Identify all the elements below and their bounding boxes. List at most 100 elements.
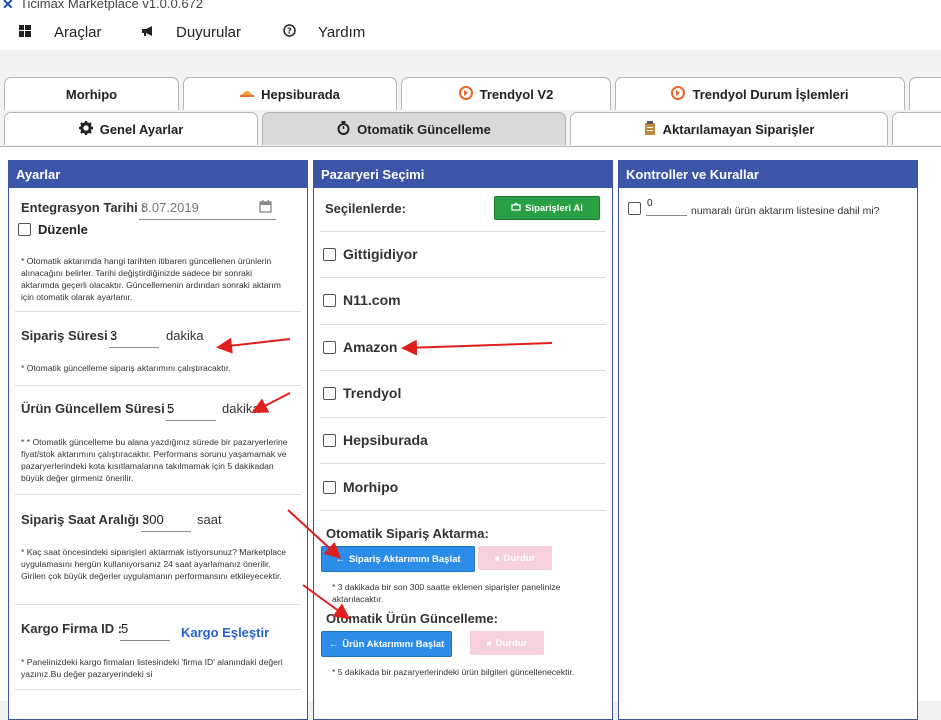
marketplace-label: Hepsiburada [343, 432, 428, 448]
get-orders-button-label: Siparişleri Al [525, 202, 583, 214]
stop-button-label: Durdur [503, 552, 536, 564]
tab-overflow[interactable] [892, 112, 941, 145]
marketplace-label: Amazon [343, 339, 398, 355]
auto-product-title: Otomatik Ürün Güncelleme: [326, 611, 498, 626]
calendar-icon[interactable] [259, 200, 272, 218]
stop-order-transfer-button[interactable]: ■ Durdur [478, 546, 552, 570]
menu-item-yardim[interactable]: ? Yardım [282, 22, 365, 42]
tab-trendyol-durum[interactable]: Trendyol Durum İşlemleri [615, 77, 905, 110]
settings-panel: Ayarlar Entegrasyon Tarihi : 8.07.2019 D… [8, 160, 308, 720]
tab-label: Hepsiburada [261, 86, 340, 102]
tab-label: Aktarılamayan Siparişler [662, 121, 815, 137]
auto-order-title: Otomatik Sipariş Aktarma: [326, 526, 489, 541]
edit-label: Düzenle [38, 222, 88, 237]
tab-otomatik-guncelleme[interactable]: Otomatik Güncelleme [262, 112, 566, 145]
input-underline [109, 347, 159, 348]
marketplace-label: Morhipo [343, 479, 399, 495]
stop-product-transfer-button[interactable]: ■ Durdur [470, 631, 544, 655]
divider [320, 231, 606, 232]
input-underline [166, 420, 216, 421]
window-title: Ticimax Marketplace v1.0.0.672 [20, 0, 204, 11]
integration-date-label: Entegrasyon Tarihi : [21, 200, 146, 215]
product-update-input[interactable]: 5 [167, 401, 174, 416]
divider [320, 417, 606, 418]
checkbox-gittigidiyor[interactable] [323, 248, 336, 261]
product-update-unit: dakika [222, 401, 260, 416]
marketplace-label: Gittigidiyor [343, 246, 418, 262]
menu-item-araclar[interactable]: Araçlar [18, 22, 102, 42]
divider [15, 385, 301, 386]
tab-hepsiburada[interactable]: Hepsiburada [183, 77, 397, 110]
tab-trendyol-v2[interactable]: Trendyol V2 [401, 77, 611, 110]
stop-icon: ■ [486, 638, 492, 648]
input-underline [646, 215, 687, 216]
input-underline [120, 640, 170, 641]
tab-label: Morhipo [65, 86, 118, 102]
rule-text: numaralı ürün aktarım listesine dahil mi… [691, 205, 880, 217]
product-transfer-note: * 5 dakikada bir pazaryerlerindeki ürün … [332, 667, 575, 677]
rule-checkbox[interactable] [628, 202, 641, 215]
order-hour-input[interactable]: 300 [142, 512, 164, 527]
cart-icon [511, 202, 521, 214]
tab-morhipo[interactable]: Morhipo [4, 77, 179, 110]
integration-date-note: * Otomatik aktarımda hangi tarihten itib… [21, 256, 281, 302]
checkbox-hepsiburada[interactable] [323, 434, 336, 447]
gear-icon [78, 120, 93, 138]
divider [320, 463, 606, 464]
product-update-label: Ürün Güncellem Süresi : [21, 401, 173, 416]
help-icon: ? [282, 24, 296, 40]
order-period-input[interactable]: 3 [110, 328, 117, 343]
trendyol-icon [671, 85, 686, 103]
tab-label: Trendyol V2 [479, 86, 554, 102]
menu-item-duyurular[interactable]: Duyurular [140, 22, 241, 42]
get-orders-button[interactable]: Siparişleri Al [494, 196, 600, 220]
divider [15, 311, 301, 312]
divider [320, 277, 606, 278]
divider [320, 324, 606, 325]
stopwatch-icon [337, 120, 350, 138]
order-hour-unit: saat [197, 512, 222, 527]
settings-panel-header: Ayarlar [9, 161, 307, 188]
tab-genel-ayarlar[interactable]: Genel Ayarlar [4, 112, 258, 145]
tab-label: Genel Ayarlar [99, 121, 184, 137]
start-order-transfer-label: Sipariş Aktarımını Başlat [348, 553, 461, 565]
checkbox-amazon[interactable] [323, 341, 336, 354]
megaphone-icon [140, 25, 154, 40]
stop-button-label: Durdur [495, 637, 528, 649]
order-period-label: Sipariş Süresi : [21, 328, 116, 343]
divider [320, 510, 606, 511]
divider [15, 604, 301, 605]
start-product-transfer-label: Ürün Aktarımını Başlat [342, 638, 445, 650]
checkbox-trendyol[interactable] [323, 387, 336, 400]
input-underline [141, 531, 191, 532]
checkbox-morhipo[interactable] [323, 481, 336, 494]
cargo-id-input[interactable]: 5 [121, 621, 128, 636]
order-hour-label: Sipariş Saat Aralığı : [21, 512, 147, 527]
order-period-unit: dakika [166, 328, 204, 343]
divider [15, 689, 301, 690]
order-period-note: * Otomatik güncelleme sipariş aktarımını… [21, 363, 231, 373]
rule-value-input[interactable]: 0 [647, 198, 653, 209]
start-product-transfer-button[interactable]: ← Ürün Aktarımını Başlat [321, 631, 452, 657]
input-underline [139, 219, 276, 220]
tab-overflow[interactable] [909, 77, 941, 110]
marketplace-label: N11.com [343, 292, 401, 308]
start-order-transfer-button[interactable]: ← Sipariş Aktarımını Başlat [321, 546, 475, 572]
edit-checkbox[interactable] [18, 223, 31, 236]
integration-date-input[interactable]: 8.07.2019 [141, 200, 199, 215]
windows-icon [18, 24, 32, 40]
marketplace-label: Trendyol [343, 385, 402, 401]
title-bar: ✕ Ticimax Marketplace v1.0.0.672 [0, 0, 941, 14]
menu-bar: Araçlar Duyurular ? Yardım [0, 14, 941, 50]
checkbox-n11[interactable] [323, 294, 336, 307]
menu-item-label: Yardım [318, 23, 366, 41]
tab-area: Morhipo Hepsiburada Trendyol V2 Trendyol… [0, 50, 941, 148]
marketplace-panel-header: Pazaryeri Seçimi [314, 161, 612, 188]
arrow-left-icon: ← [335, 553, 345, 565]
tab-aktarilamayan-siparisler[interactable]: Aktarılamayan Siparişler [570, 112, 888, 145]
svg-text:?: ? [287, 27, 292, 36]
cargo-match-link[interactable]: Kargo Eşleştir [181, 625, 269, 640]
tab-label: Trendyol Durum İşlemleri [692, 86, 849, 102]
order-transfer-note: * 3 dakikada bir son 300 saatte eklenen … [332, 582, 561, 604]
menu-item-label: Duyurular [176, 23, 242, 41]
